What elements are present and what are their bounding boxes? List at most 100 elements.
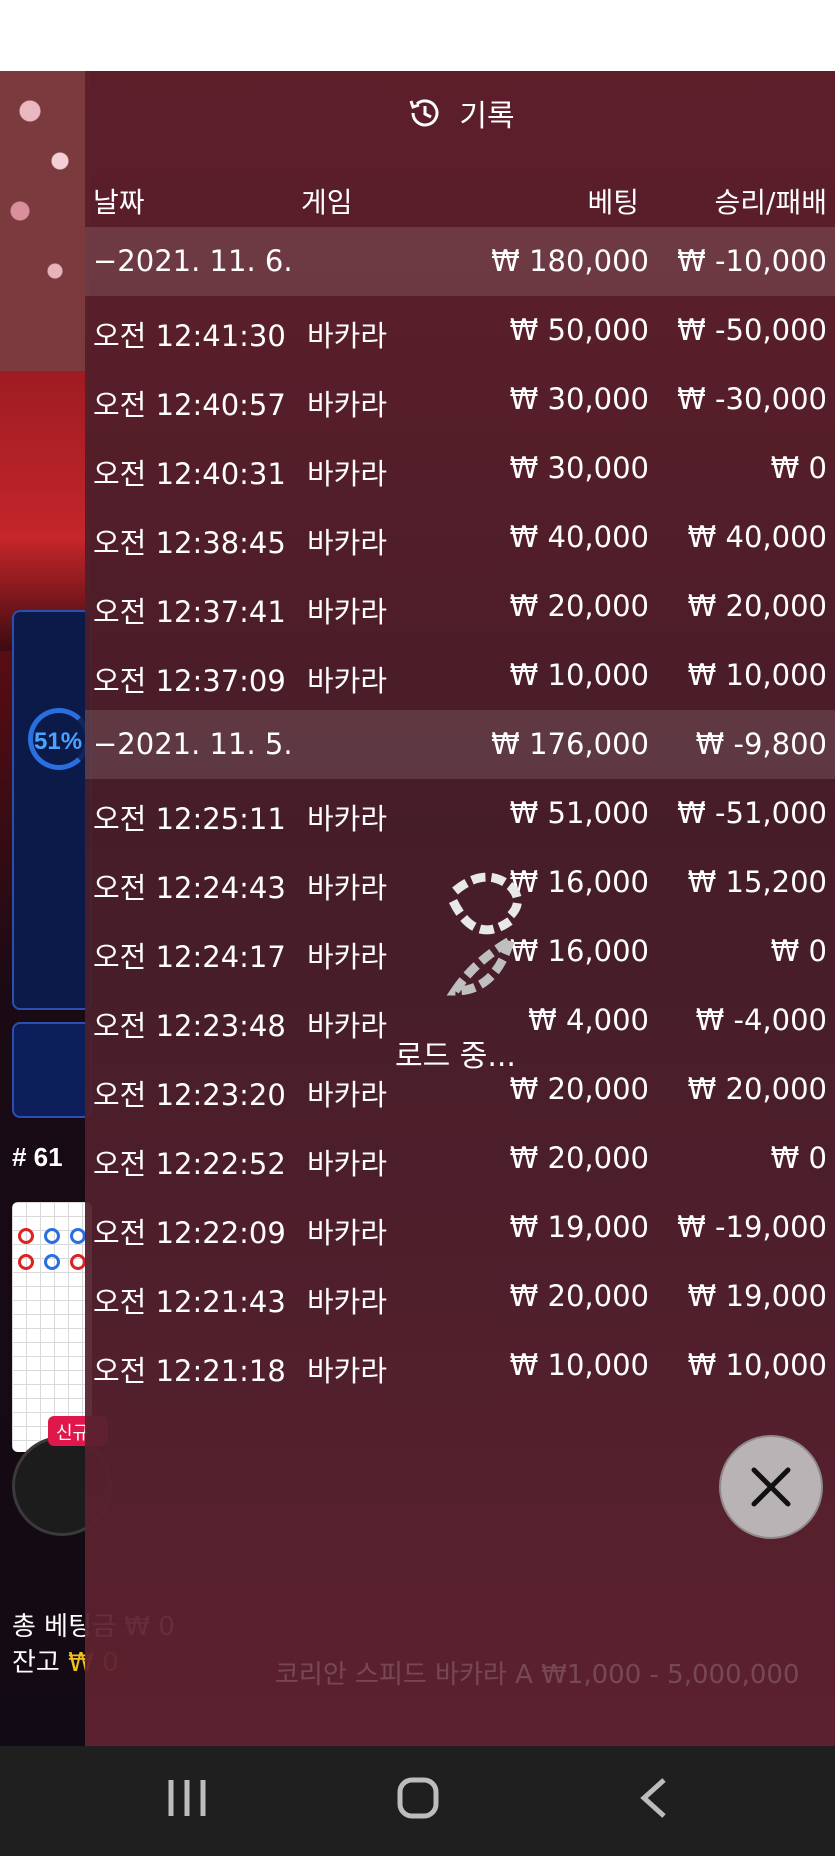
row-result: ₩ -30,000 [677,382,827,416]
history-row[interactable]: 오전 12:37:09 바카라 ₩ 10,000 ₩ 10,000 [85,641,835,710]
history-header: 기록 [85,71,835,155]
road-dot [18,1254,34,1270]
row-game: 바카라 [307,526,388,560]
history-clock-icon [409,99,439,127]
history-row[interactable]: 오전 12:40:31 바카라 ₩ 30,000 ₩ 0 [85,434,835,503]
row-result: ₩ 15,200 [687,865,827,899]
row-time: 오전 12:23:20 [93,1078,286,1112]
row-time: 오전 12:23:48 [93,1009,286,1043]
status-area [0,0,835,71]
date-group-row[interactable]: −2021. 11. 6. ₩ 180,000 ₩ -10,000 [85,227,835,296]
group-date: −2021. 11. 6. [93,244,293,278]
loading-text: 로드 중... [395,1039,516,1074]
row-result: ₩ -19,000 [677,1210,827,1244]
row-game: 바카라 [307,388,388,422]
row-game: 바카라 [307,871,388,905]
history-title: 기록 [459,99,515,134]
road-dot [18,1228,34,1244]
road-dot [70,1254,86,1270]
game-table [0,371,90,651]
column-game: 게임 [301,186,353,219]
close-icon [751,1467,791,1507]
row-time: 오전 12:24:43 [93,871,286,905]
group-date: −2021. 11. 5. [93,727,293,761]
back-icon[interactable] [638,1776,668,1820]
row-time: 오전 12:41:30 [93,319,286,353]
group-total-result: ₩ -10,000 [677,244,827,278]
row-bet: ₩ 30,000 [509,382,649,416]
row-time: 오전 12:40:57 [93,388,286,422]
row-time: 오전 12:21:43 [93,1285,286,1319]
row-result: ₩ 19,000 [687,1279,827,1313]
date-group-row[interactable]: −2021. 11. 5. ₩ 176,000 ₩ -9,800 [85,710,835,779]
row-game: 바카라 [307,1285,388,1319]
column-win-loss: 승리/패배 [714,186,827,219]
column-headers: 날짜 게임 베팅 승리/패배 [85,171,835,227]
column-date: 날짜 [93,186,145,219]
row-result: ₩ 10,000 [687,658,827,692]
row-result: ₩ 0 [770,451,827,485]
road-dot [44,1228,60,1244]
history-row[interactable]: 오전 12:41:30 바카라 ₩ 50,000 ₩ -50,000 [85,296,835,365]
history-row[interactable]: 오전 12:25:11 바카라 ₩ 51,000 ₩ -51,000 [85,779,835,848]
row-game: 바카라 [307,1147,388,1181]
row-time: 오전 12:22:52 [93,1147,286,1181]
row-game: 바카라 [307,940,388,974]
row-time: 오전 12:37:41 [93,595,286,629]
road-dot [70,1228,86,1244]
history-list: −2021. 11. 6. ₩ 180,000 ₩ -10,000 오전 12:… [85,227,835,1400]
row-bet: ₩ 40,000 [509,520,649,554]
history-row[interactable]: 오전 12:21:43 바카라 ₩ 20,000 ₩ 19,000 [85,1262,835,1331]
group-total-bet: ₩ 176,000 [491,727,649,761]
history-row[interactable]: 오전 12:22:52 바카라 ₩ 20,000 ₩ 0 [85,1124,835,1193]
bet-area-button[interactable] [12,1022,92,1118]
row-time: 오전 12:21:18 [93,1354,286,1388]
row-result: ₩ 0 [770,934,827,968]
row-result: ₩ -51,000 [677,796,827,830]
history-row[interactable]: 오전 12:40:57 바카라 ₩ 30,000 ₩ -30,000 [85,365,835,434]
row-result: ₩ 10,000 [687,1348,827,1382]
history-row[interactable]: 오전 12:38:45 바카라 ₩ 40,000 ₩ 40,000 [85,503,835,572]
bet-panel [12,610,92,1010]
row-bet: ₩ 20,000 [509,1141,649,1175]
column-bet: 베팅 [587,186,639,219]
percent-text: 51% [34,728,83,755]
row-time: 오전 12:37:09 [93,664,286,698]
row-bet: ₩ 30,000 [509,451,649,485]
row-game: 바카라 [307,595,388,629]
close-button[interactable] [719,1435,823,1539]
group-total-bet: ₩ 180,000 [491,244,649,278]
blossom-decoration [0,71,90,371]
row-time: 오전 12:22:09 [93,1216,286,1250]
row-time: 오전 12:24:17 [93,940,286,974]
row-bet: ₩ 20,000 [509,589,649,623]
home-icon[interactable] [396,1776,440,1820]
row-game: 바카라 [307,457,388,491]
row-result: ₩ -50,000 [677,313,827,347]
history-row[interactable]: 오전 12:21:18 바카라 ₩ 10,000 ₩ 10,000 [85,1331,835,1400]
recent-apps-icon[interactable] [166,1776,208,1820]
row-bet: ₩ 10,000 [509,658,649,692]
table-info-text: 코리안 스피드 바카라 A ₩1,000 - 5,000,000 [275,1660,800,1690]
balance-label: 잔고 [12,1648,60,1678]
row-game: 바카라 [307,1216,388,1250]
row-result: ₩ 40,000 [687,520,827,554]
group-total-result: ₩ -9,800 [695,727,827,761]
row-bet: ₩ 50,000 [509,313,649,347]
row-game: 바카라 [307,1354,388,1388]
row-bet: ₩ 10,000 [509,1348,649,1382]
row-time: 오전 12:40:31 [93,457,286,491]
road-map[interactable] [12,1202,92,1452]
history-row[interactable]: 오전 12:22:09 바카라 ₩ 19,000 ₩ -19,000 [85,1193,835,1262]
history-row[interactable]: 오전 12:37:41 바카라 ₩ 20,000 ₩ 20,000 [85,572,835,641]
row-result: ₩ -4,000 [695,1003,827,1037]
row-game: 바카라 [307,319,388,353]
row-game: 바카라 [307,802,388,836]
row-time: 오전 12:25:11 [93,802,286,836]
row-result: ₩ 20,000 [687,589,827,623]
row-bet: ₩ 19,000 [509,1210,649,1244]
row-result: ₩ 20,000 [687,1072,827,1106]
history-panel: 기록 날짜 게임 베팅 승리/패배 −2021. 11. 6. ₩ 180,00… [85,71,835,1746]
row-time: 오전 12:38:45 [93,526,286,560]
road-dot [44,1254,60,1270]
